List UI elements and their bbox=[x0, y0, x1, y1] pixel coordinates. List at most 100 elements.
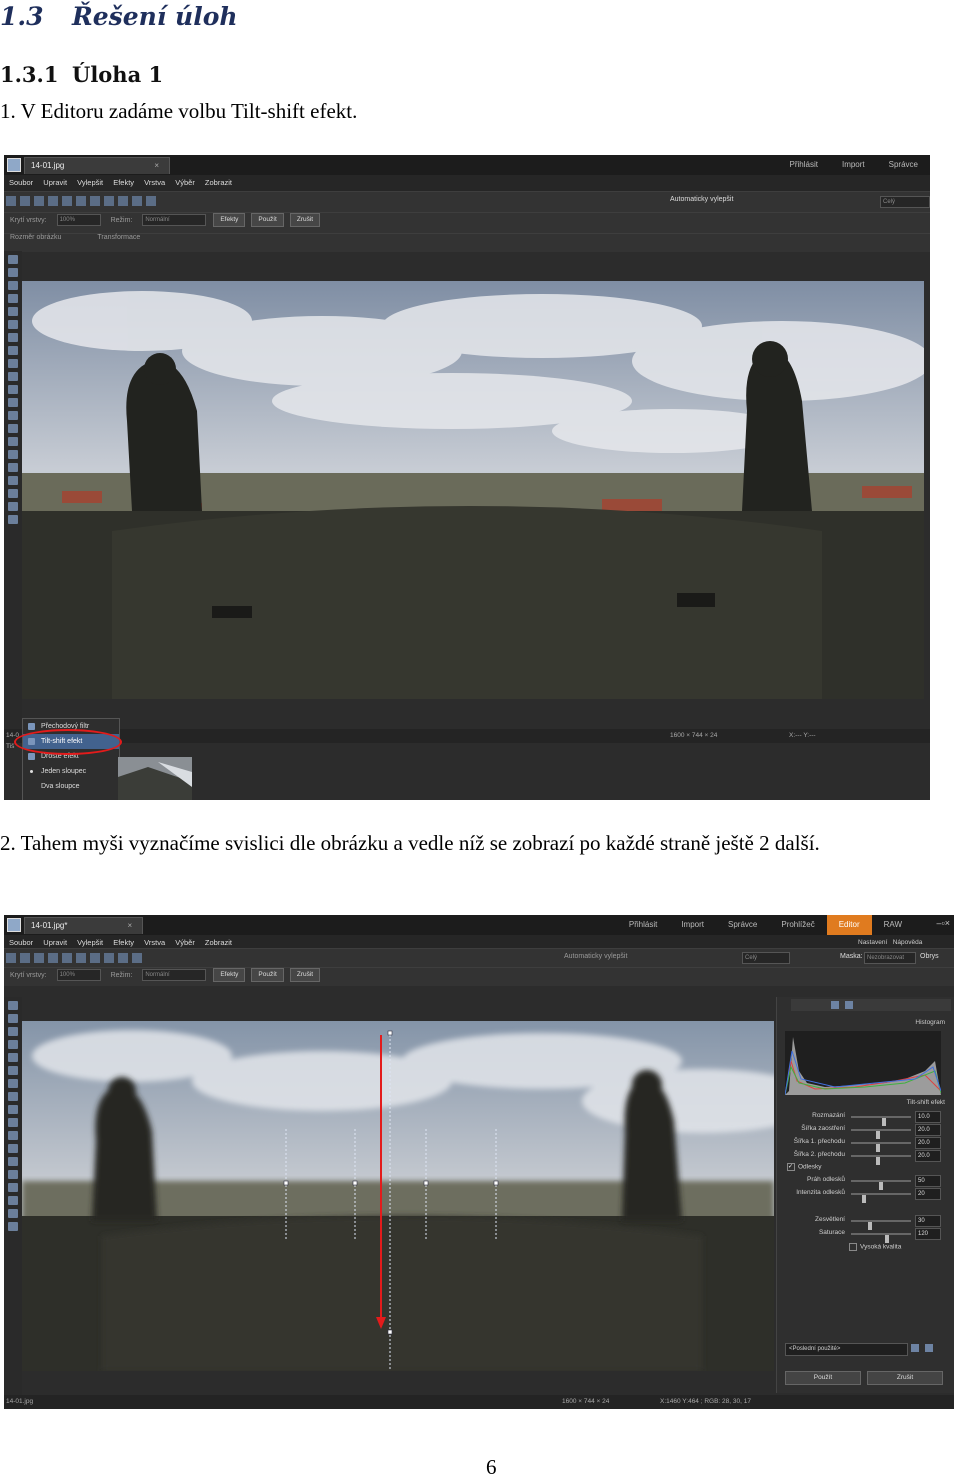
param-slider[interactable] bbox=[851, 1233, 911, 1243]
select-tool-icon[interactable] bbox=[8, 1027, 18, 1036]
smudge-tool-icon[interactable] bbox=[8, 476, 18, 485]
outline-checkbox[interactable]: Obrys bbox=[920, 953, 939, 960]
fill-tool-icon[interactable] bbox=[8, 1105, 18, 1114]
open-icon[interactable] bbox=[34, 953, 44, 963]
pen-tool-icon[interactable] bbox=[8, 1222, 18, 1231]
zoom-select[interactable]: Celý bbox=[742, 952, 790, 964]
blur-tool-icon[interactable] bbox=[8, 1209, 18, 1218]
cancel-button[interactable]: Zrušit bbox=[289, 213, 321, 227]
auto-enhance-button[interactable]: Automaticky vylepšit bbox=[564, 953, 627, 960]
canvas-photo-prague[interactable] bbox=[22, 281, 924, 699]
close-tab-icon[interactable]: × bbox=[154, 161, 159, 170]
blend-mode-select[interactable]: Normální bbox=[142, 969, 207, 981]
menu-effects[interactable]: Efekty bbox=[113, 938, 134, 947]
text-tool-icon[interactable] bbox=[8, 1144, 18, 1153]
text-tool-icon[interactable] bbox=[8, 398, 18, 407]
high-quality-checkbox[interactable]: Vysoká kvalita bbox=[849, 1243, 901, 1251]
panel-cancel-button[interactable]: Zrušit bbox=[867, 1371, 943, 1385]
apply-button[interactable]: Použít bbox=[251, 213, 284, 227]
sharpen-tool-icon[interactable] bbox=[8, 450, 18, 459]
zoom-tool-icon[interactable] bbox=[8, 1001, 18, 1010]
param-slider[interactable] bbox=[851, 1220, 911, 1230]
param-value-field[interactable]: 20.0 bbox=[915, 1150, 941, 1162]
menu-effects[interactable]: Efekty bbox=[113, 178, 134, 187]
select-tool-icon[interactable] bbox=[8, 281, 18, 290]
menu-file[interactable]: Soubor bbox=[9, 938, 33, 947]
opacity-field[interactable]: 100% bbox=[56, 969, 101, 981]
param-value-field[interactable]: 20.0 bbox=[915, 1137, 941, 1149]
mode-tab-login[interactable]: Přihlásit bbox=[617, 915, 669, 935]
param-slider[interactable] bbox=[851, 1155, 911, 1165]
save-preset-icon[interactable] bbox=[911, 1344, 919, 1352]
hand-tool-icon[interactable] bbox=[8, 268, 18, 277]
mode-tab-manager[interactable]: Správce bbox=[877, 155, 930, 175]
resize-icon[interactable] bbox=[118, 196, 128, 206]
redo-icon[interactable] bbox=[20, 953, 30, 963]
color-picker-icon[interactable] bbox=[8, 515, 18, 524]
blend-mode-select[interactable]: Normální bbox=[142, 214, 207, 226]
menu-edit[interactable]: Upravit bbox=[43, 938, 67, 947]
menu-edit[interactable]: Upravit bbox=[43, 178, 67, 187]
effects-button[interactable]: Efekty bbox=[213, 968, 246, 982]
param-value-field[interactable]: 50 bbox=[915, 1175, 941, 1187]
slider-handle[interactable] bbox=[876, 1157, 880, 1165]
apply-button[interactable]: Použít bbox=[251, 968, 284, 982]
menu-enhance[interactable]: Vylepšit bbox=[77, 178, 103, 187]
canvas-photo-blurred[interactable] bbox=[22, 1021, 774, 1371]
mode-tab-viewer[interactable]: Prohlížeč bbox=[769, 915, 826, 935]
param-value-field[interactable]: 20.0 bbox=[915, 1124, 941, 1136]
mode-tab-import[interactable]: Import bbox=[669, 915, 716, 935]
menu-item-two-columns[interactable]: Dva sloupce bbox=[23, 779, 119, 794]
wand-tool-icon[interactable] bbox=[8, 1066, 18, 1075]
param-slider[interactable] bbox=[851, 1116, 911, 1126]
undo-icon[interactable] bbox=[6, 196, 16, 206]
slider-handle[interactable] bbox=[862, 1195, 866, 1203]
crop-tool-icon[interactable] bbox=[8, 1040, 18, 1049]
auto-enhance-button[interactable]: Automaticky vylepšit bbox=[670, 196, 733, 203]
wand-tool-icon[interactable] bbox=[8, 320, 18, 329]
eraser-tool-icon[interactable] bbox=[8, 1092, 18, 1101]
brush-tool-icon[interactable] bbox=[8, 1079, 18, 1088]
menu-selection[interactable]: Výběr bbox=[175, 178, 195, 187]
rotate-icon[interactable] bbox=[132, 953, 142, 963]
crop-icon[interactable] bbox=[104, 196, 114, 206]
gradient-tool-icon[interactable] bbox=[8, 1118, 18, 1127]
panel-tab-icon[interactable] bbox=[845, 1001, 853, 1009]
red-eye-tool-icon[interactable] bbox=[8, 411, 18, 420]
histogram-header[interactable]: Histogram bbox=[915, 1019, 945, 1026]
crop-tool-icon[interactable] bbox=[8, 294, 18, 303]
panel-tab-icon[interactable] bbox=[831, 1001, 839, 1009]
param-slider[interactable] bbox=[851, 1142, 911, 1152]
pen-tool-icon[interactable] bbox=[8, 489, 18, 498]
menu-enhance[interactable]: Vylepšit bbox=[77, 938, 103, 947]
effects-button[interactable]: Efekty bbox=[213, 213, 246, 227]
paste-icon[interactable] bbox=[90, 196, 100, 206]
document-tab[interactable]: 14-01.jpg × bbox=[24, 157, 171, 174]
crop-icon[interactable] bbox=[104, 953, 114, 963]
menu-view[interactable]: Zobrazit bbox=[205, 938, 232, 947]
mode-tab-import[interactable]: Import bbox=[830, 155, 877, 175]
mode-tab-raw[interactable]: RAW bbox=[872, 915, 914, 935]
window-controls-icon[interactable]: –▫× bbox=[937, 918, 950, 928]
brush-tool-icon[interactable] bbox=[8, 333, 18, 342]
clone-tool-icon[interactable] bbox=[8, 385, 18, 394]
menu-item-one-column[interactable]: Jeden sloupec bbox=[23, 764, 119, 779]
print-icon[interactable] bbox=[62, 196, 72, 206]
burn-tool-icon[interactable] bbox=[8, 437, 18, 446]
close-tab-icon[interactable]: × bbox=[127, 921, 132, 930]
preset-select[interactable]: <Poslední použité> bbox=[785, 1343, 908, 1356]
param-value-field[interactable]: 120 bbox=[915, 1228, 941, 1240]
slider-handle[interactable] bbox=[885, 1235, 889, 1243]
lasso-tool-icon[interactable] bbox=[8, 1053, 18, 1062]
menu-layer[interactable]: Vrstva bbox=[144, 178, 165, 187]
mask-select[interactable]: Nezobrazovat bbox=[864, 952, 916, 964]
dodge-tool-icon[interactable] bbox=[8, 1170, 18, 1179]
blur-tool-icon[interactable] bbox=[8, 463, 18, 472]
resize-icon[interactable] bbox=[118, 953, 128, 963]
rotate-icon[interactable] bbox=[132, 196, 142, 206]
delete-preset-icon[interactable] bbox=[925, 1344, 933, 1352]
panel-apply-button[interactable]: Použít bbox=[785, 1371, 861, 1385]
gradient-tool-icon[interactable] bbox=[8, 372, 18, 381]
cancel-button[interactable]: Zrušit bbox=[289, 968, 321, 982]
eraser-tool-icon[interactable] bbox=[8, 346, 18, 355]
